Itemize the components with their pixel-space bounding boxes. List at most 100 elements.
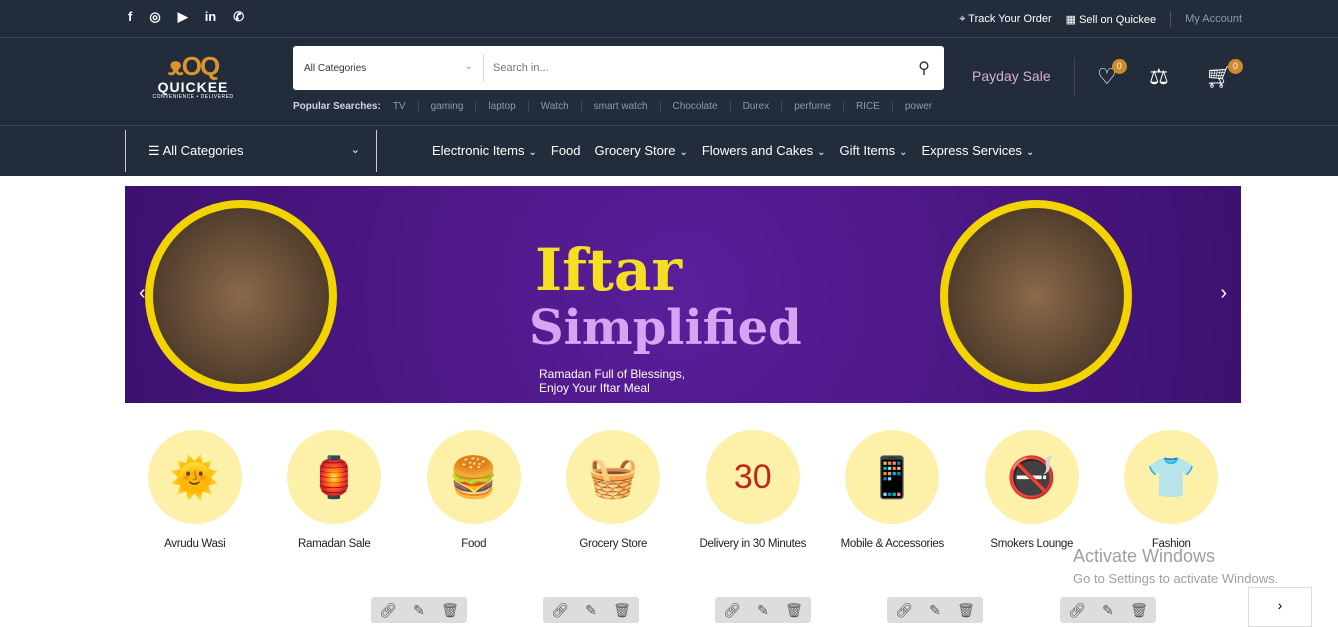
category-image: 👕	[1124, 430, 1219, 524]
trash-icon[interactable]: 🗑︎	[785, 602, 803, 619]
all-categories-label: All Categories	[162, 143, 244, 158]
nav-bar: ☰ All Categories ⌄ Electronic Items ⌄ Food…	[0, 126, 1338, 176]
trash-icon[interactable]: 🗑︎	[1130, 602, 1148, 619]
category-list: 🌞 Avrudu Wasi 🏮 Ramadan Sale 🍔 Food 🧺 Grocer…	[125, 430, 1241, 550]
trash-icon[interactable]: 🗑︎	[441, 602, 459, 619]
edit-icon[interactable]: ✎	[413, 602, 425, 619]
nav-label: Gift Items	[839, 143, 896, 158]
popular-item[interactable]: power	[891, 101, 944, 112]
search-input[interactable]	[484, 62, 904, 74]
trash-icon[interactable]: 🗑︎	[957, 602, 975, 619]
cart-button[interactable]: 🛒︎ 0	[1205, 59, 1243, 90]
edit-toolbar: 🔗︎ ✎ 🗑︎	[1060, 597, 1156, 623]
category-select-value: All Categories	[304, 63, 367, 74]
popular-item[interactable]: TV	[387, 101, 418, 112]
popular-item[interactable]: Durex	[729, 101, 782, 112]
edit-icon[interactable]: ✎	[929, 602, 941, 619]
cart-count: 0	[1227, 59, 1243, 74]
category-label: Avrudu Wasi	[164, 538, 226, 550]
popular-searches: Popular Searches: TV gaming laptop Watch…	[293, 101, 944, 112]
category-item[interactable]: 🚭 Smokers Lounge	[962, 430, 1102, 550]
wishlist-button[interactable]: ♡ 0	[1097, 59, 1127, 90]
chevron-down-icon: ⌄	[528, 147, 537, 158]
category-item[interactable]: 🏮 Ramadan Sale	[265, 430, 405, 550]
prev-slide-button[interactable]: ‹	[139, 282, 146, 305]
chevron-down-icon: ⌄	[464, 61, 473, 72]
popular-item[interactable]: gaming	[417, 101, 476, 112]
nav-gift-items[interactable]: Gift Items ⌄	[840, 143, 908, 158]
watermark-subtitle: Go to Settings to activate Windows.	[1073, 571, 1279, 586]
logo[interactable]: ᴥOQ QUICKEE CONVENIENCE • DELIVERED	[137, 52, 249, 100]
category-label: Delivery in 30 Minutes	[699, 538, 807, 550]
link-icon[interactable]: 🔗︎	[551, 602, 569, 619]
link-icon[interactable]: 🔗︎	[895, 602, 913, 619]
popular-item[interactable]: laptop	[475, 101, 527, 112]
popular-item[interactable]: RICE	[842, 101, 892, 112]
trash-icon[interactable]: 🗑︎	[613, 602, 631, 619]
next-button[interactable]: ›	[1248, 587, 1312, 627]
food-plate-image	[145, 200, 337, 392]
popular-item[interactable]: perfume	[781, 101, 843, 112]
sell-label: Sell on Quickee	[1079, 13, 1157, 26]
nav-food[interactable]: Food	[551, 143, 581, 158]
edit-toolbar: 🔗︎ ✎ 🗑︎	[887, 597, 983, 623]
facebook-icon[interactable]: f	[128, 9, 132, 25]
divider	[1170, 11, 1172, 27]
category-select[interactable]: All Categories ⌄	[293, 54, 484, 82]
banner-text: Ramadan Full of Blessings,	[539, 367, 686, 381]
nav-label: Flowers and Cakes	[701, 143, 814, 158]
instagram-icon[interactable]: ◎	[149, 9, 160, 25]
all-categories-button[interactable]: ☰ All Categories ⌄	[125, 130, 377, 172]
nav-flowers-cakes[interactable]: Flowers and Cakes ⌄	[702, 143, 826, 158]
my-account-link[interactable]: My Account	[1185, 13, 1242, 25]
category-image: 🧺	[566, 430, 661, 524]
nav-electronic-items[interactable]: Electronic Items ⌄	[432, 143, 537, 158]
compare-button[interactable]: ⚖	[1149, 64, 1169, 90]
social-links: f ◎ ▶ in ✆	[128, 9, 244, 25]
link-icon[interactable]: 🔗︎	[379, 602, 397, 619]
link-icon[interactable]: 🔗︎	[723, 602, 741, 619]
category-item[interactable]: 🧺 Grocery Store	[544, 430, 684, 550]
category-item[interactable]: 🌞 Avrudu Wasi	[125, 430, 265, 550]
category-label: Food	[461, 538, 487, 550]
scale-icon: ⚖	[1149, 64, 1169, 89]
track-order-link[interactable]: ⌖ Track Your Order	[959, 13, 1051, 26]
nav-express-services[interactable]: Express Services ⌄	[922, 143, 1035, 158]
youtube-icon[interactable]: ▶	[178, 9, 188, 25]
whatsapp-icon[interactable]: ✆	[233, 9, 244, 25]
windows-watermark: Activate Windows Go to Settings to activa…	[1073, 546, 1278, 586]
nav-grocery-store[interactable]: Grocery Store ⌄	[595, 143, 688, 158]
popular-item[interactable]: Watch	[527, 101, 581, 112]
search-icon[interactable]: ⚲	[904, 58, 944, 78]
payday-sale-link[interactable]: Payday Sale	[972, 68, 1051, 84]
chevron-down-icon: ⌄	[679, 147, 688, 158]
chevron-down-icon: ⌄	[899, 147, 908, 158]
store-icon: ▦	[1065, 13, 1080, 26]
edit-icon[interactable]: ✎	[1102, 602, 1114, 619]
search-bar: All Categories ⌄ ⚲	[293, 46, 944, 90]
popular-item[interactable]: Chocolate	[659, 101, 730, 112]
menu-icon: ☰	[148, 143, 163, 158]
sell-link[interactable]: ▦ Sell on Quickee	[1066, 13, 1157, 26]
category-item[interactable]: 👕 Fashion	[1102, 430, 1242, 550]
chevron-right-icon: ›	[1277, 597, 1283, 613]
linkedin-icon[interactable]: in	[205, 9, 217, 25]
next-slide-button[interactable]: ›	[1220, 282, 1227, 305]
edit-icon[interactable]: ✎	[757, 602, 769, 619]
chevron-down-icon: ⌄	[350, 144, 360, 156]
nav-label: Express Services	[921, 143, 1022, 158]
category-item[interactable]: 🍔 Food	[404, 430, 544, 550]
popular-item[interactable]: smart watch	[580, 101, 660, 112]
edit-icon[interactable]: ✎	[585, 602, 597, 619]
category-item[interactable]: 30 Delivery in 30 Minutes	[683, 430, 823, 550]
link-icon[interactable]: 🔗︎	[1068, 602, 1086, 619]
hero-banner[interactable]: Iftar Simplified Ramadan Full of Blessin…	[125, 186, 1241, 403]
category-label: Ramadan Sale	[298, 538, 371, 550]
track-order-label: Track Your Order	[968, 12, 1052, 25]
logo-mark: ᴥOQ	[167, 51, 220, 81]
category-item[interactable]: 📱 Mobile & Accessories	[823, 430, 963, 550]
category-image: 🍔	[426, 430, 521, 524]
food-plate-image	[940, 200, 1132, 392]
watermark-title: Activate Windows	[1073, 546, 1216, 566]
nav-label: Food	[550, 143, 581, 158]
